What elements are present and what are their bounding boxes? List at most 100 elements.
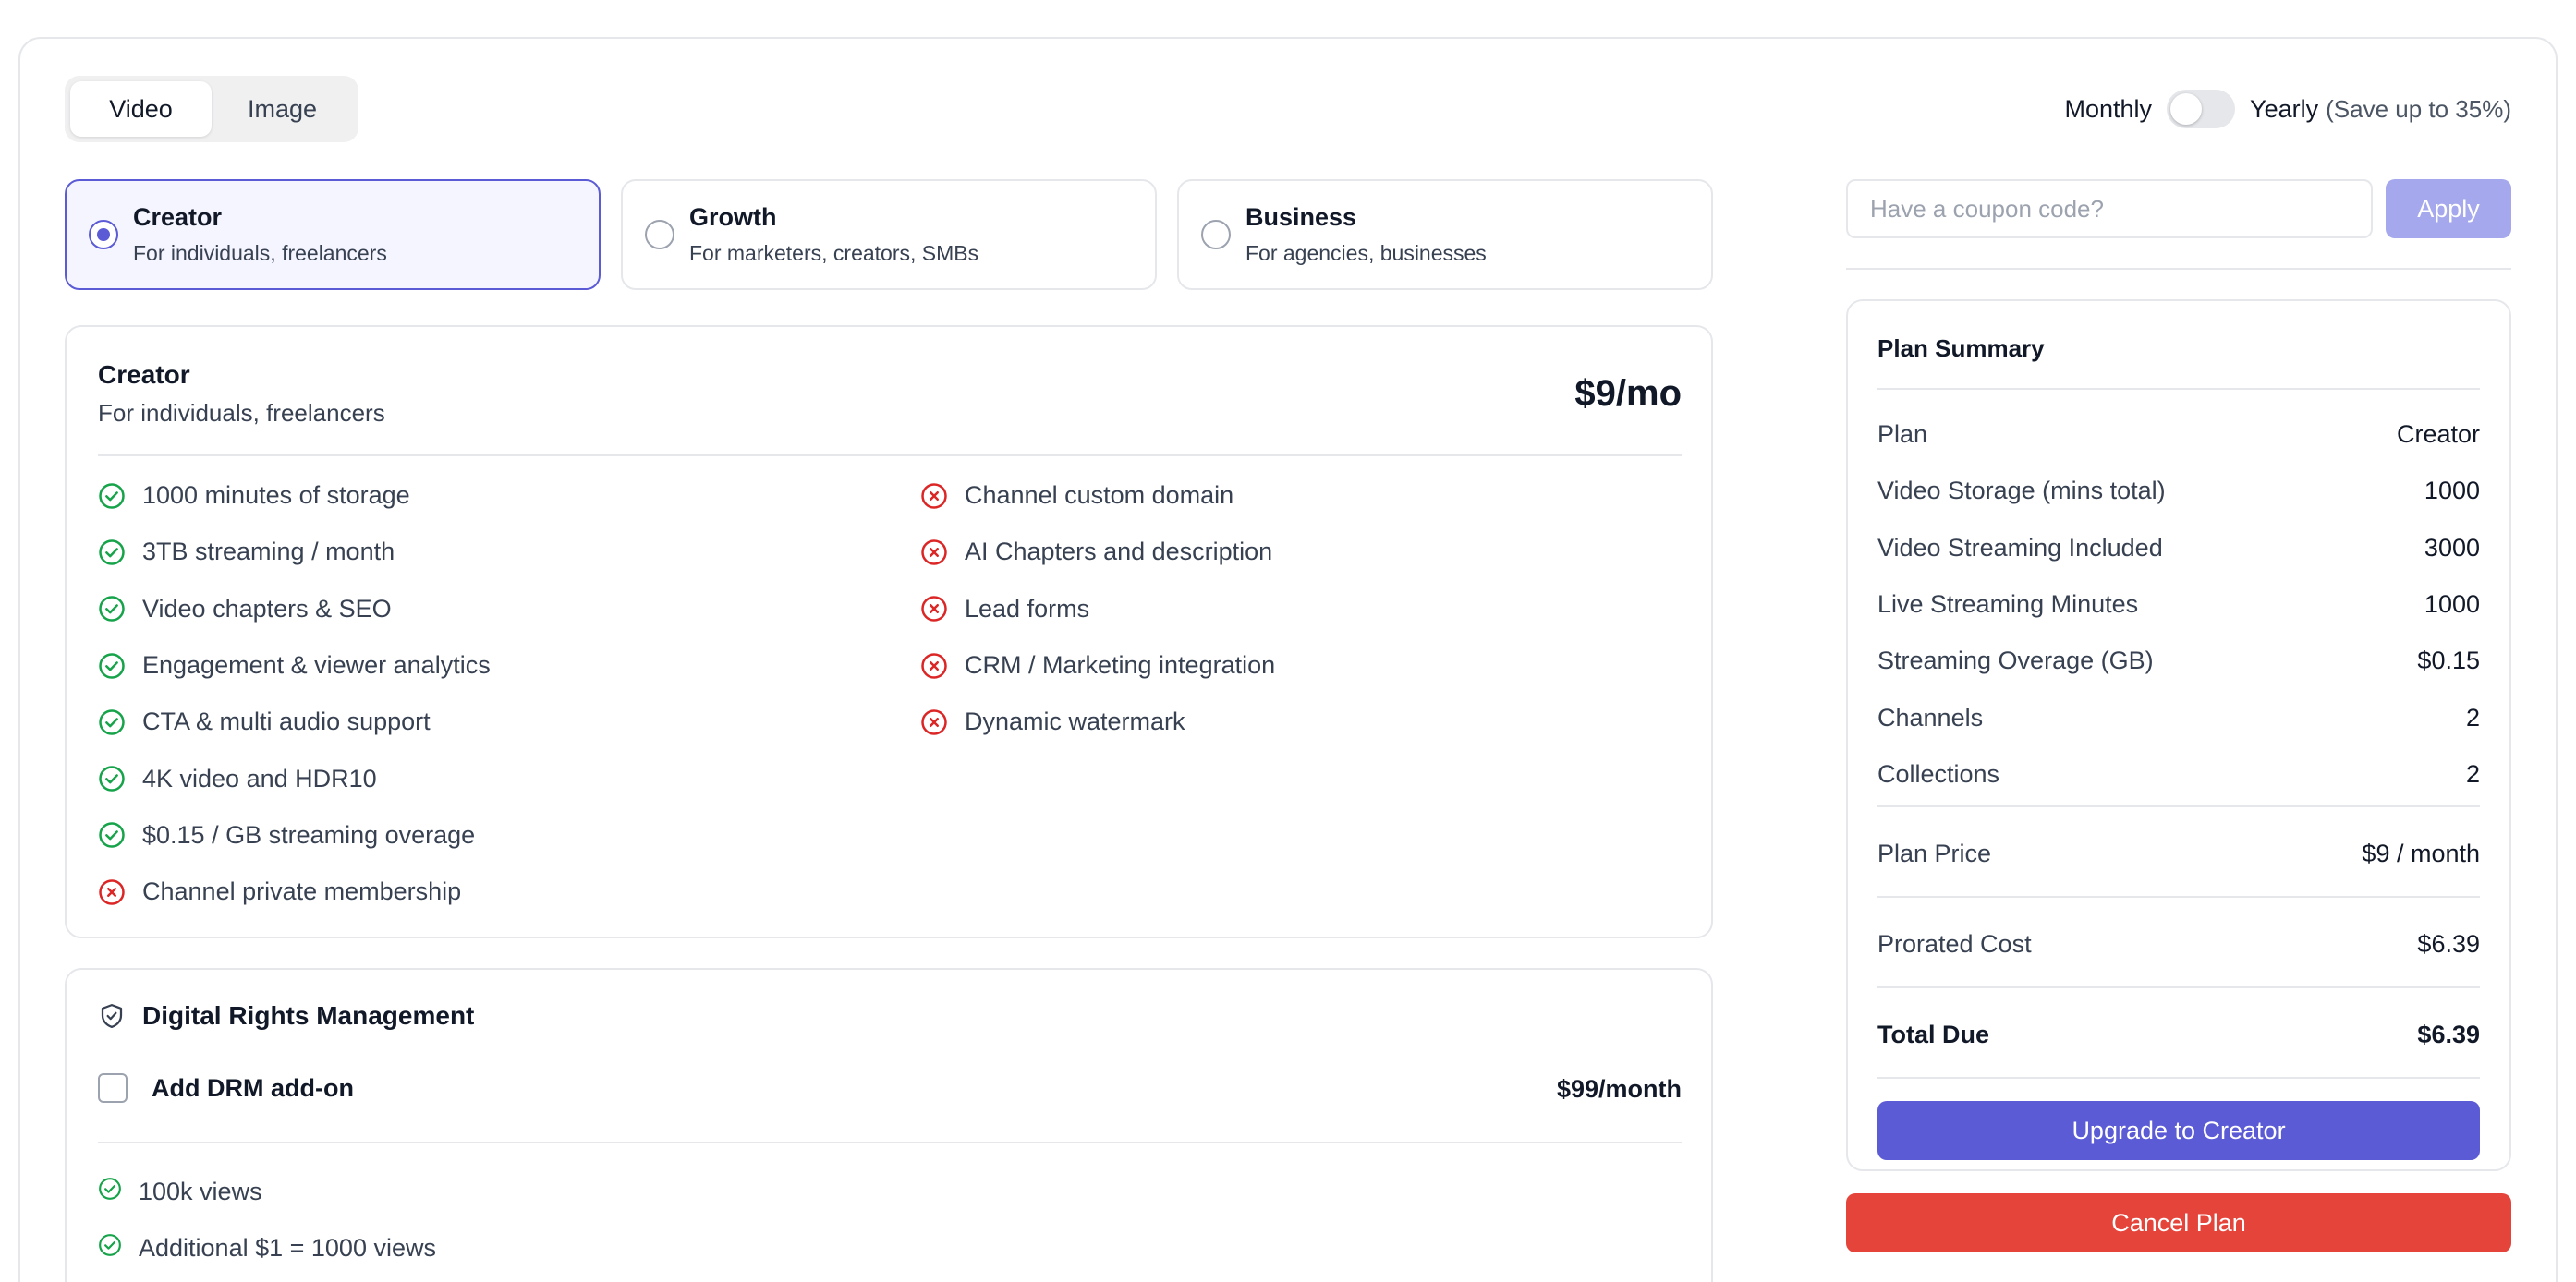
feature-item: Video chapters & SEO <box>98 581 491 637</box>
plan-option-desc: For agencies, businesses <box>1245 241 1487 265</box>
feature-item: Channel private membership <box>98 864 491 920</box>
summary-row-label: Plan <box>1877 420 1928 449</box>
prorated-cost-label: Prorated Cost <box>1877 929 2032 958</box>
save-note: (Save up to 35%) <box>2326 94 2511 123</box>
summary-row: Streaming Overage (GB) $0.15 <box>1877 633 2480 689</box>
feature-text: Additional $1 = 1000 views <box>139 1234 436 1262</box>
summary-row-label: Collections <box>1877 759 2000 788</box>
summary-row-value: $0.15 <box>2417 647 2480 675</box>
check-circle-icon <box>99 709 125 735</box>
drm-addon-price: $99/month <box>1556 1075 1682 1103</box>
check-circle-icon <box>99 1177 121 1200</box>
divider <box>1846 268 2511 270</box>
feature-text: Lead forms <box>965 594 1090 623</box>
summary-row-value: 1000 <box>2424 477 2480 505</box>
check-circle-icon <box>99 1233 121 1256</box>
summary-row: Live Streaming Minutes 1000 <box>1877 576 2480 633</box>
tab-video[interactable]: Video <box>70 81 212 137</box>
plan-option-name: Creator <box>133 203 223 231</box>
check-circle-icon <box>99 652 125 679</box>
upgrade-button[interactable]: Upgrade to Creator <box>1877 1101 2480 1160</box>
apply-coupon-button[interactable]: Apply <box>2386 179 2511 238</box>
plan-features-panel: Creator For individuals, freelancers $9/… <box>65 325 1713 938</box>
summary-row-value: 2 <box>2465 759 2480 788</box>
feature-text: Dynamic watermark <box>965 708 1185 736</box>
feature-text: 3TB streaming / month <box>142 538 395 566</box>
x-circle-icon <box>921 539 947 565</box>
plan-summary-card: Plan Summary Plan Creator Video Storage (m… <box>1846 299 2511 1171</box>
summary-rows: Plan Creator Video Storage (mins total) 100… <box>1877 406 2480 803</box>
plan-option-name: Growth <box>689 203 777 231</box>
feature-item: AI Chapters and description <box>920 524 1275 580</box>
drm-addon-label: Add DRM add-on <box>152 1073 354 1102</box>
feature-item: Engagement & viewer analytics <box>98 637 491 694</box>
feature-text: 100k views <box>139 1178 262 1205</box>
drm-addon-checkbox[interactable] <box>98 1073 128 1103</box>
billing-cycle-toggle: Monthly Yearly (Save up to 35%) <box>2064 89 2511 129</box>
total-due-value: $6.39 <box>2417 1020 2480 1048</box>
feature-item: CRM / Marketing integration <box>920 637 1275 694</box>
switch-knob <box>2170 93 2203 125</box>
check-circle-icon <box>99 596 125 622</box>
summary-row-label: Channels <box>1877 703 1984 732</box>
drm-feature-item: 100k views <box>98 1164 436 1220</box>
feature-text: CRM / Marketing integration <box>965 651 1276 680</box>
x-circle-icon <box>921 596 947 622</box>
feature-text: Video chapters & SEO <box>142 594 392 623</box>
plan-detail-subtitle: For individuals, freelancers <box>98 399 385 427</box>
plan-option-business[interactable]: Business For agencies, businesses <box>1177 179 1713 290</box>
divider <box>1877 388 2480 390</box>
radio-button[interactable] <box>645 220 674 249</box>
x-circle-icon <box>921 482 947 509</box>
plan-detail-title: Creator <box>98 360 190 389</box>
plan-summary-title: Plan Summary <box>1877 334 2045 362</box>
drm-addon-option[interactable]: Add DRM add-on <box>98 1073 354 1103</box>
plan-option-desc: For marketers, creators, SMBs <box>689 241 979 265</box>
feature-text: Channel custom domain <box>965 481 1234 510</box>
divider <box>1877 805 2480 807</box>
check-circle-icon <box>99 482 125 509</box>
drm-feature-item: Additional $1 = 1000 views <box>98 1220 436 1276</box>
feature-item: Channel custom domain <box>920 467 1275 524</box>
plan-option-creator[interactable]: Creator For individuals, freelancers <box>65 179 601 290</box>
summary-row-label: Video Storage (mins total) <box>1877 477 2166 505</box>
plan-price-label: Plan Price <box>1877 839 1992 867</box>
radio-button[interactable] <box>89 220 118 249</box>
plan-option-name: Business <box>1245 203 1357 231</box>
feature-list-right: Channel custom domain AI Chapters and des… <box>920 467 1275 750</box>
plan-option-growth[interactable]: Growth For marketers, creators, SMBs <box>621 179 1157 290</box>
summary-row-value: 3000 <box>2424 533 2480 562</box>
summary-row-label: Live Streaming Minutes <box>1877 590 2139 619</box>
media-type-tabs: Video Image <box>65 76 358 142</box>
feature-item: Lead forms <box>920 581 1275 637</box>
summary-row: Channels 2 <box>1877 689 2480 745</box>
divider <box>98 454 1682 456</box>
feature-text: 1000 minutes of storage <box>142 481 410 510</box>
feature-item: 3TB streaming / month <box>98 524 491 580</box>
plan-price-row: Plan Price $9 / month <box>1877 826 2480 881</box>
summary-row: Video Streaming Included 3000 <box>1877 520 2480 576</box>
cancel-plan-button[interactable]: Cancel Plan <box>1846 1193 2511 1252</box>
yearly-label: Yearly <box>2250 94 2319 123</box>
radio-button[interactable] <box>1201 220 1231 249</box>
divider <box>98 1142 1682 1143</box>
check-circle-icon <box>99 539 125 565</box>
plan-detail-price: $9/mo <box>1574 373 1682 414</box>
x-circle-icon <box>921 709 947 735</box>
feature-text: AI Chapters and description <box>965 538 1273 566</box>
billing-switch[interactable] <box>2167 90 2236 128</box>
feature-text: Engagement & viewer analytics <box>142 651 491 680</box>
feature-text: 4K video and HDR10 <box>142 764 377 792</box>
total-due-label: Total Due <box>1877 1020 1989 1048</box>
drm-feature-list: 100k views Additional $1 = 1000 views <box>98 1164 436 1276</box>
coupon-input[interactable] <box>1846 179 2373 238</box>
monthly-label: Monthly <box>2064 94 2153 123</box>
summary-row-value: Creator <box>2396 420 2480 449</box>
summary-row: Plan Creator <box>1877 406 2480 463</box>
tab-image[interactable]: Image <box>212 81 353 137</box>
feature-text: Channel private membership <box>142 877 462 906</box>
summary-row-value: 1000 <box>2424 590 2480 619</box>
feature-text: CTA & multi audio support <box>142 708 431 736</box>
summary-row-label: Streaming Overage (GB) <box>1877 647 2154 675</box>
plan-price-value: $9 / month <box>2362 839 2480 867</box>
